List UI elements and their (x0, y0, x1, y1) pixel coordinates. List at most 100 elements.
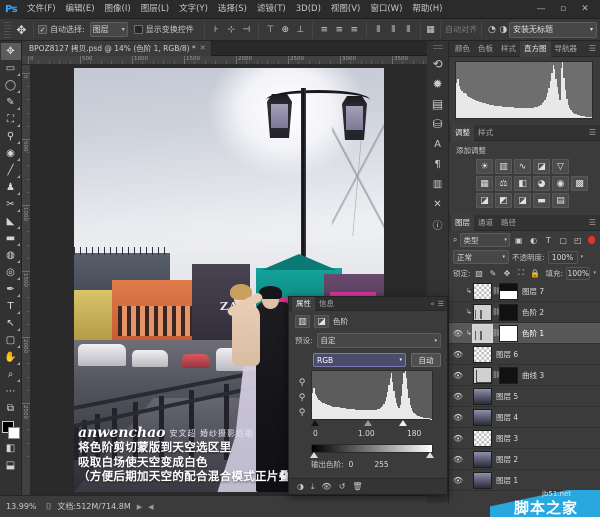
threshold-icon[interactable]: ◪ (514, 193, 531, 208)
layer-visibility-toggle[interactable]: 👁 (451, 371, 465, 380)
status-collapse-icon[interactable]: ◀ (148, 503, 153, 511)
menu-select[interactable]: 选择(S) (213, 0, 252, 19)
black-input-slider[interactable] (311, 420, 319, 426)
crop-tool[interactable]: ⛶ (1, 111, 21, 128)
document-size-info[interactable]: 文档:512M/714.8M (57, 501, 130, 512)
rectangular-marquee-tool[interactable]: ▭ (1, 60, 21, 77)
layer-thumbnail[interactable] (473, 429, 492, 447)
tab-histogram[interactable]: 直方图 (520, 40, 551, 57)
view-previous-state-icon[interactable]: ◑ (297, 482, 304, 491)
layer-row[interactable]: 👁 ⛓ 曲线 3 (449, 365, 600, 386)
gray-input-slider[interactable] (364, 420, 372, 426)
options-bar-grip[interactable] (4, 21, 11, 38)
lock-transparent-pixels-icon[interactable]: ▨ (474, 267, 485, 279)
selective-color-icon[interactable]: ▤ (552, 193, 569, 208)
layer-name[interactable]: 图层 5 (492, 391, 518, 402)
layer-visibility-toggle[interactable]: 👁 (451, 455, 465, 464)
close-button[interactable]: ✕ (574, 0, 596, 19)
layer-name[interactable]: 图层 2 (492, 454, 518, 465)
fill-value[interactable]: 100% (566, 266, 591, 280)
toggle-visibility-icon[interactable]: 👁 (322, 482, 332, 491)
layer-thumbnail[interactable] (473, 450, 492, 468)
layer-row[interactable]: ↳ ⛓ 图层 7 (449, 281, 600, 302)
exposure-icon[interactable]: ◪ (533, 159, 550, 174)
layer-row[interactable]: 👁 图层 5 (449, 386, 600, 407)
vibrance-icon[interactable]: ▽ (552, 159, 569, 174)
tab-info[interactable]: 信息 (315, 297, 338, 311)
move-tool[interactable]: ✥ (0, 43, 21, 60)
output-white-value[interactable]: 255 (374, 460, 388, 469)
lock-image-pixels-icon[interactable]: ✎ (488, 267, 499, 279)
filter-adjustment-icon[interactable]: ◐ (528, 233, 540, 247)
collapse-icon[interactable]: « (430, 300, 434, 308)
layer-visibility-toggle[interactable]: 👁 (451, 413, 465, 422)
distribute-bottom-edges-button[interactable]: ≡ (347, 21, 362, 38)
levels-histogram[interactable] (311, 370, 433, 420)
layer-mask-thumbnail[interactable] (499, 303, 518, 321)
gradient-map-icon[interactable]: ▬ (533, 193, 550, 208)
histogram-graph[interactable] (455, 61, 593, 119)
black-white-icon[interactable]: ◧ (514, 176, 531, 191)
layer-row[interactable]: 👁 图层 2 (449, 449, 600, 470)
layer-name[interactable]: 色阶 1 (518, 328, 544, 339)
paragraph-panel-icon[interactable]: ¶ (428, 155, 448, 173)
gradient-tool[interactable]: ▬ (1, 230, 21, 247)
preset-dropdown[interactable]: 自定 ▾ (316, 333, 441, 348)
invert-icon[interactable]: ◪ (476, 193, 493, 208)
levels-icon[interactable]: ▥ (495, 159, 512, 174)
menu-file[interactable]: 文件(F) (22, 0, 61, 19)
posterize-icon[interactable]: ◩ (495, 193, 512, 208)
layer-thumbnail[interactable] (473, 345, 492, 363)
move-tool-icon[interactable]: ✥ (14, 21, 29, 39)
curves-icon[interactable]: ∿ (514, 159, 531, 174)
align-right-edges-button[interactable]: ⊣ (239, 21, 254, 38)
panel-menu-icon[interactable]: ☰ (589, 128, 600, 137)
show-transform-group[interactable]: 显示变换控件 (133, 24, 194, 35)
quick-mask-mode-button[interactable]: ◧ (1, 440, 21, 457)
eraser-tool[interactable]: ◣ (1, 213, 21, 230)
hue-saturation-icon[interactable]: ▦ (476, 176, 493, 191)
rectangle-tool[interactable]: ▢ (1, 332, 21, 349)
mask-link-icon[interactable]: ⛓ (492, 287, 501, 295)
layer-thumbnail[interactable] (473, 471, 492, 489)
mask-link-icon[interactable]: ⛓ (492, 329, 501, 337)
3d-mode-roll-icon[interactable]: ◑ (498, 21, 509, 38)
delete-icon[interactable]: 🗑 (352, 482, 362, 491)
layer-thumbnail[interactable] (473, 282, 492, 300)
character-panel-icon[interactable]: A (428, 135, 448, 153)
status-expand-icon[interactable]: ▶ (137, 503, 142, 511)
screen-mode-button[interactable]: ⬓ (1, 457, 21, 474)
menu-view[interactable]: 视图(V) (326, 0, 365, 19)
color-lookup-icon[interactable]: ▩ (571, 176, 588, 191)
mask-link-icon[interactable]: ⛓ (492, 308, 501, 316)
layer-mask-thumbnail[interactable] (499, 324, 518, 342)
output-black-value[interactable]: 0 (349, 460, 354, 469)
path-selection-tool[interactable]: ↖ (1, 315, 21, 332)
output-levels-gradient[interactable] (310, 444, 434, 458)
pen-tool[interactable]: ✒ (1, 281, 21, 298)
distribute-left-edges-button[interactable]: ⦀ (371, 21, 386, 38)
align-horizontal-centers-button[interactable]: ⊹ (224, 21, 239, 38)
filter-pixel-icon[interactable]: ▣ (513, 233, 525, 247)
set-black-point-eyedropper[interactable]: ⚲ (299, 378, 306, 388)
clip-to-layer-icon[interactable]: ⤓ (311, 482, 315, 492)
layer-name[interactable]: 图层 1 (492, 475, 518, 486)
input-gamma-value[interactable]: 1.00 (358, 429, 375, 438)
horizontal-type-tool[interactable]: T (1, 298, 21, 315)
tab-properties[interactable]: 属性 (292, 296, 315, 311)
dock-grip[interactable] (432, 45, 443, 50)
layer-comps-icon[interactable]: ▥ (428, 175, 448, 193)
filter-type-icon[interactable]: T (542, 233, 554, 247)
chevron-down-icon[interactable]: ▾ (593, 270, 596, 276)
quick-selection-tool[interactable]: ✎ (1, 94, 21, 111)
menu-image[interactable]: 图像(I) (100, 0, 136, 19)
distribute-right-edges-button[interactable]: ⦀ (401, 21, 416, 38)
layer-name[interactable]: 图层 7 (518, 286, 544, 297)
layer-name[interactable]: 图层 4 (492, 412, 518, 423)
auto-select-group[interactable]: ✓ 自动选择: 图层 ▾ (38, 22, 128, 37)
auto-button[interactable]: 自动 (411, 353, 441, 367)
align-bottom-edges-button[interactable]: ⊥ (293, 21, 308, 38)
zoom-level[interactable]: 13.99% (6, 502, 40, 511)
distribute-vertical-centers-button[interactable]: ≡ (332, 21, 347, 38)
lock-artboard-icon[interactable]: ⛶ (516, 267, 527, 279)
